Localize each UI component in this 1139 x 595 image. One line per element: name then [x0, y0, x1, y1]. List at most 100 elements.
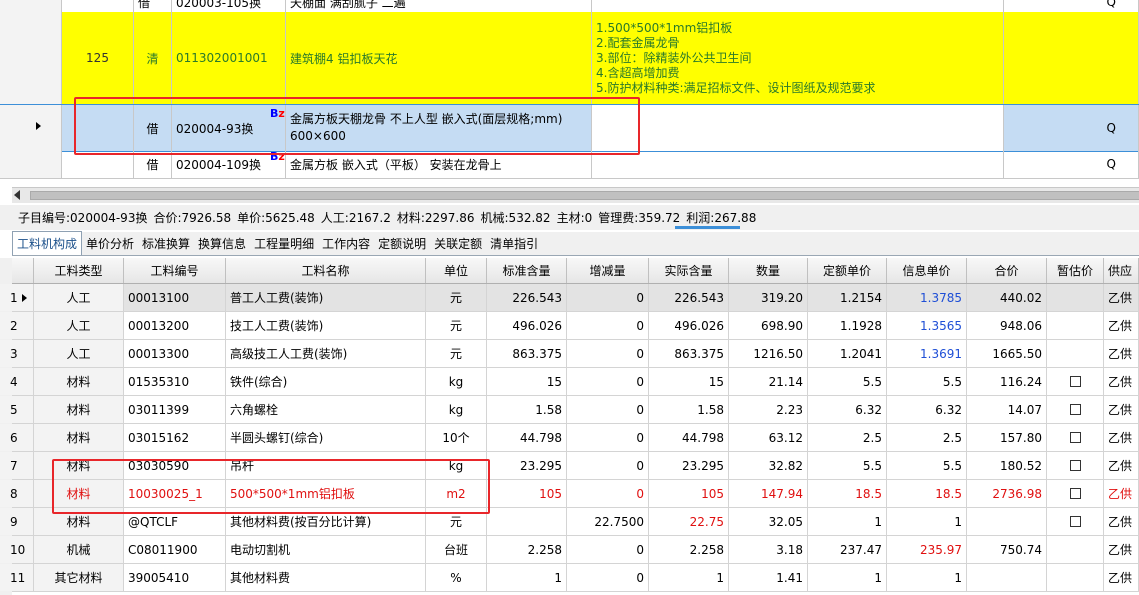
row-number-text: 1 [10, 290, 18, 305]
table-row[interactable]: 5 材料 03011399 六角螺栓 kg 1.58 0 1.58 2.23 6.32 6.32 14… [0, 396, 1139, 424]
header-supply[interactable]: 供应 [1104, 258, 1139, 283]
desc-cell[interactable] [592, 105, 1004, 151]
header-actual-qty[interactable]: 实际含量 [649, 258, 729, 283]
type-cell: 人工 [34, 312, 124, 339]
quantity-cell: 319.20 [729, 284, 808, 311]
adj-qty-cell: 0 [567, 536, 649, 563]
provisional-checkbox[interactable] [1069, 376, 1081, 387]
tab-work-content[interactable]: 工作内容 [318, 232, 374, 255]
adj-qty-cell: 22.7500 [567, 508, 649, 535]
quantity-cell: 1216.50 [729, 340, 808, 367]
provisional-cell[interactable] [1047, 480, 1104, 507]
row-number-text: 11 [10, 570, 26, 585]
provisional-cell[interactable] [1047, 424, 1104, 451]
horizontal-scrollbar[interactable] [12, 187, 1139, 203]
adj-qty-cell: 0 [567, 340, 649, 367]
quota-price-cell: 1 [808, 564, 887, 591]
tab-conversion-info[interactable]: 换算信息 [194, 232, 250, 255]
red-annotation-box [52, 459, 490, 514]
header-info-price[interactable]: 信息单价 [887, 258, 967, 283]
table-row[interactable]: 1 人工 00013100 普工人工费(装饰) 元 226.543 0 226.543 319.… [0, 284, 1139, 312]
header-provisional[interactable]: 暂估价 [1047, 258, 1104, 283]
adj-qty-cell: 0 [567, 480, 649, 507]
header-std-qty[interactable]: 标准含量 [487, 258, 567, 283]
unit-cell: 元 [426, 312, 487, 339]
header-code[interactable]: 工料编号 [124, 258, 226, 283]
actual-qty-cell: 863.375 [649, 340, 729, 367]
supply-cell: 乙供 [1104, 396, 1139, 423]
table-row[interactable]: 6 材料 03015162 半圆头螺钉(综合) 10个 44.798 0 44.798 63.1… [0, 424, 1139, 452]
provisional-cell[interactable] [1047, 368, 1104, 395]
scrollbar-thumb[interactable] [30, 191, 1139, 200]
header-quota-price[interactable]: 定额单价 [808, 258, 887, 283]
code-cell: 39005410 [124, 564, 226, 591]
name-cell: 建筑棚4 铝扣板天花 [286, 12, 592, 104]
row-number: 1 [0, 284, 34, 311]
quota-price-cell: 5.5 [808, 452, 887, 479]
name-cell: 电动切割机 [226, 536, 426, 563]
header-adj-qty[interactable]: 增减量 [567, 258, 649, 283]
table-row[interactable]: 3 人工 00013300 高级技工人工费(装饰) 元 863.375 0 863.375 12… [0, 340, 1139, 368]
type-cell: 借 [134, 0, 172, 12]
provisional-cell[interactable] [1047, 564, 1104, 591]
provisional-checkbox[interactable] [1069, 488, 1081, 499]
splitter-handle[interactable] [675, 226, 740, 229]
quota-price-cell: 6.32 [808, 396, 887, 423]
provisional-cell[interactable] [1047, 284, 1104, 311]
tab-bill-guide[interactable]: 清单指引 [486, 232, 542, 255]
quantity-cell: 698.90 [729, 312, 808, 339]
row-number-text: 5 [10, 402, 18, 417]
tab-unit-price-analysis[interactable]: 单价分析 [82, 232, 138, 255]
quantity-cell: 1.41 [729, 564, 808, 591]
supply-cell: 乙供 [1104, 536, 1139, 563]
table-row[interactable]: 11 其它材料 39005410 其他材料费% 1 0 1 1.41 1 1 乙供 [0, 564, 1139, 592]
bill-item-row[interactable]: ⊟ 125 清 011302001001 建筑棚4 铝扣板天花 1.500*50… [0, 12, 1139, 105]
code-cell: 020003-105换 [172, 0, 286, 12]
provisional-checkbox[interactable] [1069, 432, 1081, 443]
adj-qty-cell: 0 [567, 368, 649, 395]
row-number: 5 [0, 396, 34, 423]
header-type[interactable]: 工料类型 [34, 258, 124, 283]
header-total[interactable]: 合价 [967, 258, 1047, 283]
provisional-cell[interactable] [1047, 396, 1104, 423]
provisional-checkbox[interactable] [1069, 516, 1081, 527]
actual-qty-cell: 1 [649, 564, 729, 591]
quantity-cell: 32.82 [729, 452, 808, 479]
row-number-text: 9 [10, 514, 18, 529]
table-row[interactable]: 2 人工 00013200 技工人工费(装饰) 元 496.026 0 496.026 698.… [0, 312, 1139, 340]
summary-item-machine: 机械:532.82 [480, 211, 551, 225]
code-cell: 00013200 [124, 312, 226, 339]
total-cell: 180.52 [967, 452, 1047, 479]
supply-cell: 乙供 [1104, 452, 1139, 479]
provisional-cell[interactable] [1047, 452, 1104, 479]
provisional-cell[interactable] [1047, 312, 1104, 339]
tab-standard-conversion[interactable]: 标准换算 [138, 232, 194, 255]
header-quantity[interactable]: 数量 [729, 258, 808, 283]
name-cell: 其他材料费 [226, 564, 426, 591]
header-unit[interactable]: 单位 [426, 258, 487, 283]
tab-related-quota[interactable]: 关联定额 [430, 232, 486, 255]
quota-price-cell: 1.1928 [808, 312, 887, 339]
actual-qty-cell: 226.543 [649, 284, 729, 311]
summary-item-material: 材料:2297.86 [396, 211, 475, 225]
tab-quantity-detail[interactable]: 工程量明细 [250, 232, 318, 255]
provisional-checkbox[interactable] [1069, 404, 1081, 415]
header-name[interactable]: 工料名称 [226, 258, 426, 283]
scroll-left-arrow-icon[interactable] [14, 190, 20, 200]
quantity-cell: 2.23 [729, 396, 808, 423]
code-cell: 03015162 [124, 424, 226, 451]
row-number: 9 [0, 508, 34, 535]
provisional-cell[interactable] [1047, 340, 1104, 367]
table-row[interactable]: 4 材料 01535310 铁件(综合) kg 15 0 15 21.14 5.5 5.5 116.2… [0, 368, 1139, 396]
provisional-cell[interactable] [1047, 508, 1104, 535]
supply-cell: 乙供 [1104, 284, 1139, 311]
summary-item-profit: 利润:267.88 [686, 211, 757, 225]
header-rownum [12, 258, 34, 283]
table-row[interactable]: 10⊞机械C08011900电动切割机台班2.25802.2583.18237.… [0, 536, 1139, 564]
tab-quota-notes[interactable]: 定额说明 [374, 232, 430, 255]
provisional-cell[interactable] [1047, 536, 1104, 563]
std-qty-cell: 23.295 [487, 452, 567, 479]
std-qty-cell: 226.543 [487, 284, 567, 311]
provisional-checkbox[interactable] [1069, 460, 1081, 471]
tab-material-composition[interactable]: 工料机构成 [12, 231, 83, 255]
